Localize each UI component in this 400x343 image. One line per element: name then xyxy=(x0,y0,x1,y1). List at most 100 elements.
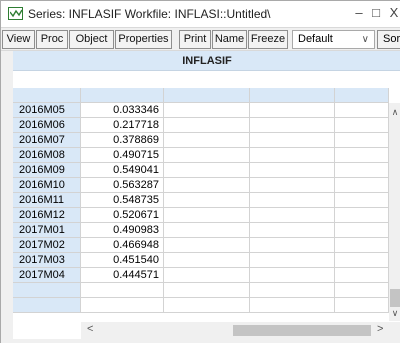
value-cell[interactable]: 0.466948 xyxy=(81,238,164,253)
scroll-down-icon[interactable]: ∨ xyxy=(389,308,400,319)
empty-cell[interactable] xyxy=(164,193,250,208)
print-button[interactable]: Print xyxy=(179,30,211,49)
empty-cell[interactable] xyxy=(250,208,335,223)
title-bar[interactable]: Series: INFLASIF Workfile: INFLASI::Unti… xyxy=(1,1,400,27)
table-row[interactable]: 2016M06 0.217718 xyxy=(13,118,389,133)
scroll-right-icon[interactable]: > xyxy=(377,323,383,335)
table-row[interactable]: 2016M11 0.548735 xyxy=(13,193,389,208)
scroll-left-icon[interactable]: < xyxy=(87,323,93,335)
properties-button[interactable]: Properties xyxy=(115,30,172,49)
close-icon[interactable]: X xyxy=(386,4,400,22)
table-row[interactable]: 2017M04 0.444571 xyxy=(13,268,389,283)
minimize-icon[interactable]: – xyxy=(351,4,367,22)
date-cell[interactable]: 2016M05 xyxy=(13,103,81,118)
empty-cell[interactable] xyxy=(164,148,250,163)
horizontal-scroll-thumb[interactable] xyxy=(233,325,371,336)
table-row[interactable] xyxy=(13,283,389,298)
sort-button[interactable]: Sor xyxy=(377,30,400,49)
value-cell[interactable]: 0.490715 xyxy=(81,148,164,163)
date-cell[interactable]: 2017M01 xyxy=(13,223,81,238)
date-cell[interactable]: 2016M10 xyxy=(13,178,81,193)
table-row[interactable]: 2016M10 0.563287 xyxy=(13,178,389,193)
empty-cell[interactable] xyxy=(335,133,389,148)
name-button[interactable]: Name xyxy=(212,30,247,49)
empty-cell[interactable] xyxy=(164,283,250,298)
table-row[interactable] xyxy=(13,298,389,313)
table-row[interactable]: 2016M09 0.549041 xyxy=(13,163,389,178)
empty-cell[interactable] xyxy=(250,238,335,253)
proc-button[interactable]: Proc xyxy=(36,30,68,49)
empty-cell[interactable] xyxy=(250,223,335,238)
table-row[interactable]: 2016M05 0.033346 xyxy=(13,103,389,118)
empty-cell[interactable] xyxy=(335,163,389,178)
object-button[interactable]: Object xyxy=(69,30,114,49)
date-cell[interactable]: 2016M09 xyxy=(13,163,81,178)
value-cell[interactable] xyxy=(81,283,164,298)
empty-cell[interactable] xyxy=(335,118,389,133)
table-row[interactable]: 2017M01 0.490983 xyxy=(13,223,389,238)
date-cell[interactable]: 2017M02 xyxy=(13,238,81,253)
empty-cell[interactable] xyxy=(250,163,335,178)
value-cell[interactable]: 0.444571 xyxy=(81,268,164,283)
empty-cell[interactable] xyxy=(335,178,389,193)
date-cell[interactable]: 2017M04 xyxy=(13,268,81,283)
empty-cell[interactable] xyxy=(164,163,250,178)
empty-cell[interactable] xyxy=(335,283,389,298)
view-button[interactable]: View xyxy=(2,30,35,49)
empty-cell[interactable] xyxy=(250,148,335,163)
empty-cell[interactable] xyxy=(164,103,250,118)
maximize-icon[interactable]: □ xyxy=(368,4,384,22)
scroll-up-icon[interactable]: ∧ xyxy=(389,107,400,118)
horizontal-scrollbar[interactable]: < > xyxy=(81,322,400,339)
empty-cell[interactable] xyxy=(250,193,335,208)
empty-cell[interactable] xyxy=(164,178,250,193)
display-format-select[interactable]: Default ∨ xyxy=(292,30,375,49)
value-cell[interactable]: 0.549041 xyxy=(81,163,164,178)
empty-cell[interactable] xyxy=(164,268,250,283)
value-cell[interactable]: 0.217718 xyxy=(81,118,164,133)
empty-cell[interactable] xyxy=(335,298,389,313)
table-row[interactable]: 2016M08 0.490715 xyxy=(13,148,389,163)
empty-cell[interactable] xyxy=(250,283,335,298)
value-cell[interactable]: 0.563287 xyxy=(81,178,164,193)
date-cell[interactable]: 2016M12 xyxy=(13,208,81,223)
empty-cell[interactable] xyxy=(164,298,250,313)
empty-cell[interactable] xyxy=(250,298,335,313)
empty-cell[interactable] xyxy=(335,268,389,283)
vertical-scrollbar[interactable]: ∧ ∨ xyxy=(389,103,400,321)
empty-cell[interactable] xyxy=(335,193,389,208)
date-cell[interactable] xyxy=(13,298,81,313)
freeze-button[interactable]: Freeze xyxy=(248,30,288,49)
value-cell[interactable]: 0.520671 xyxy=(81,208,164,223)
empty-cell[interactable] xyxy=(335,208,389,223)
empty-cell[interactable] xyxy=(164,208,250,223)
empty-cell[interactable] xyxy=(335,223,389,238)
value-cell[interactable]: 0.451540 xyxy=(81,253,164,268)
empty-cell[interactable] xyxy=(250,178,335,193)
table-row[interactable]: 2016M12 0.520671 xyxy=(13,208,389,223)
empty-cell[interactable] xyxy=(250,253,335,268)
value-cell[interactable]: 0.378869 xyxy=(81,133,164,148)
date-cell[interactable] xyxy=(13,283,81,298)
date-cell[interactable]: 2016M11 xyxy=(13,193,81,208)
date-cell[interactable]: 2016M08 xyxy=(13,148,81,163)
value-cell[interactable]: 0.548735 xyxy=(81,193,164,208)
value-cell[interactable]: 0.490983 xyxy=(81,223,164,238)
empty-cell[interactable] xyxy=(335,253,389,268)
value-cell[interactable] xyxy=(81,298,164,313)
table-row[interactable]: 2017M02 0.466948 xyxy=(13,238,389,253)
empty-cell[interactable] xyxy=(164,253,250,268)
date-cell[interactable]: 2016M06 xyxy=(13,118,81,133)
empty-cell[interactable] xyxy=(164,238,250,253)
empty-cell[interactable] xyxy=(164,133,250,148)
empty-cell[interactable] xyxy=(164,223,250,238)
table-row[interactable]: 2016M07 0.378869 xyxy=(13,133,389,148)
empty-cell[interactable] xyxy=(335,148,389,163)
empty-cell[interactable] xyxy=(164,118,250,133)
value-cell[interactable]: 0.033346 xyxy=(81,103,164,118)
date-cell[interactable]: 2017M03 xyxy=(13,253,81,268)
empty-cell[interactable] xyxy=(250,103,335,118)
empty-cell[interactable] xyxy=(250,118,335,133)
table-row[interactable]: 2017M03 0.451540 xyxy=(13,253,389,268)
vertical-scroll-thumb[interactable] xyxy=(390,289,400,307)
